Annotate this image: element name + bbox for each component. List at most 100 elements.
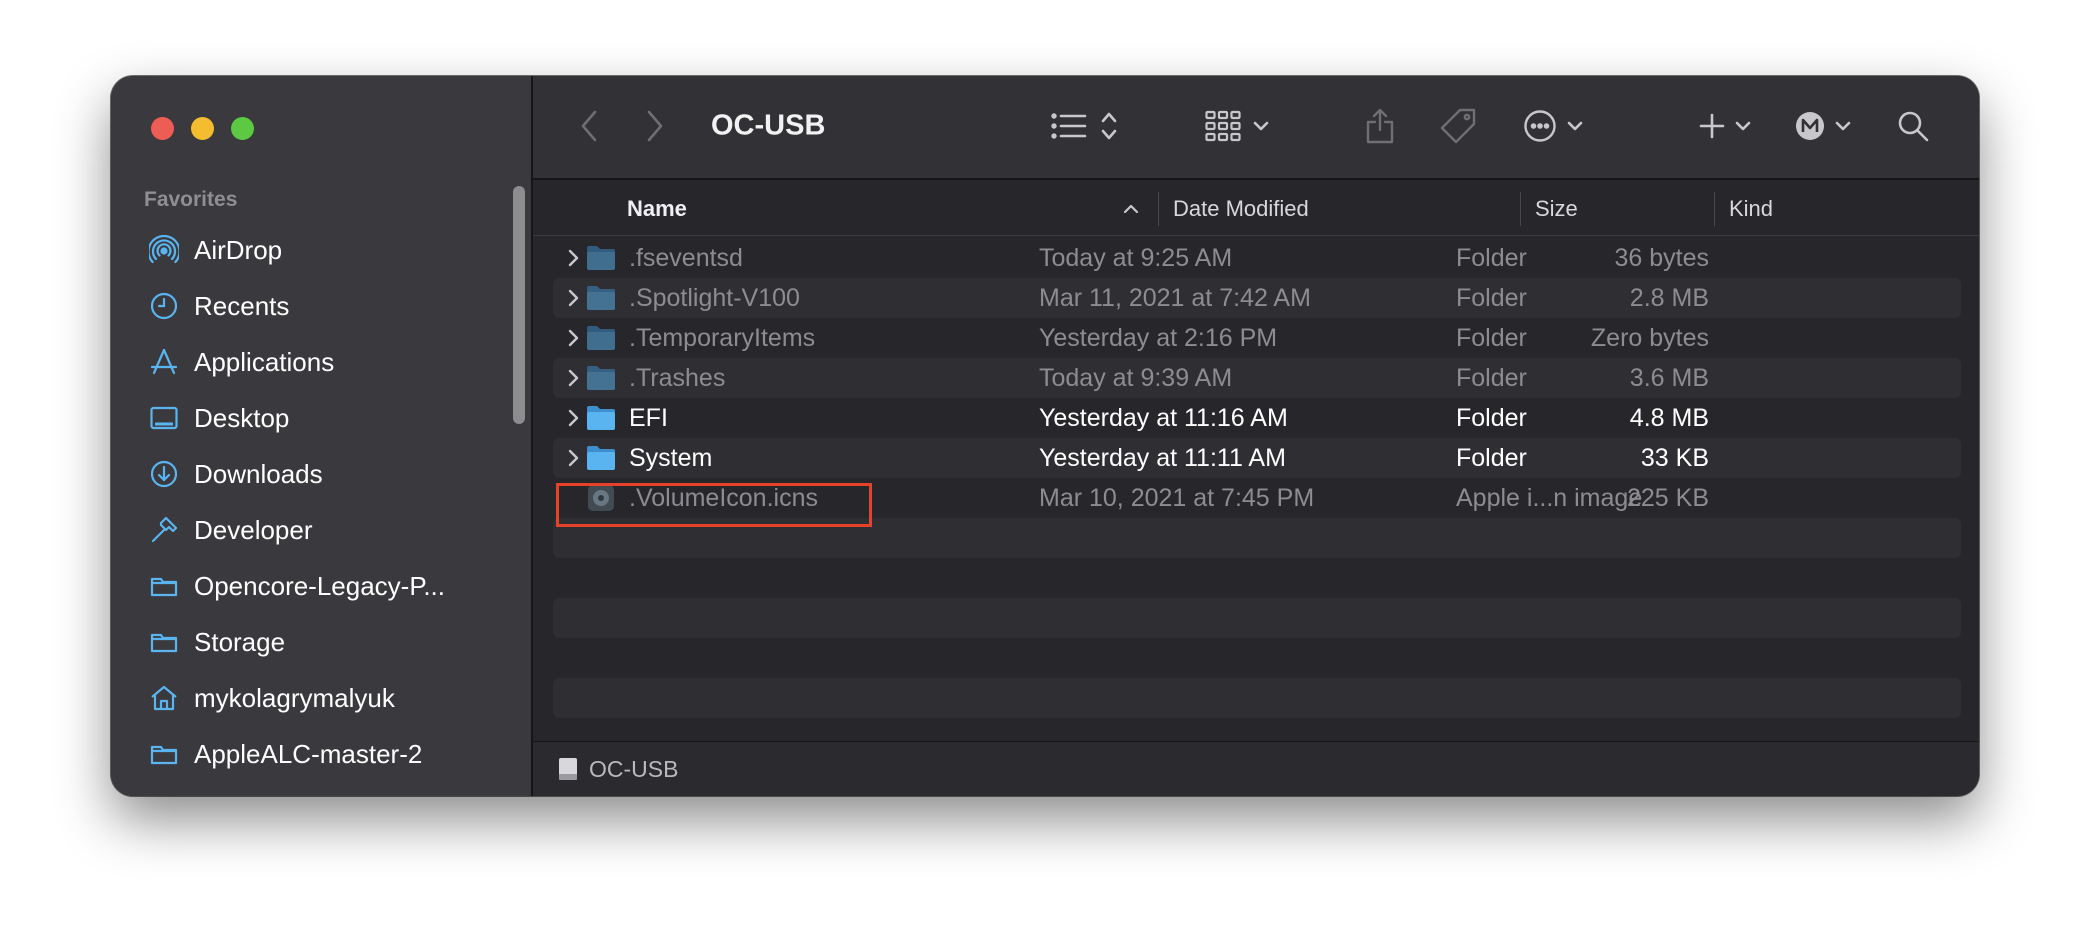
file-kind: Folder: [1456, 443, 1527, 472]
column-size-header[interactable]: Size: [1535, 182, 1578, 236]
tag-button[interactable]: [1439, 107, 1477, 145]
view-list-button[interactable]: [1051, 111, 1117, 141]
disclosure-triangle-icon[interactable]: [563, 438, 583, 478]
column-date-label: Date Modified: [1173, 196, 1309, 221]
finder-window: Favorites AirDrop Recents Applications D…: [111, 76, 1979, 796]
file-size: 4.8 MB: [1629, 403, 1709, 432]
disclosure-triangle-icon[interactable]: [563, 318, 583, 358]
zoom-window-button[interactable]: [231, 117, 254, 140]
file-row-temporaryitems[interactable]: .TemporaryItems Yesterday at 2:16 PM Zer…: [553, 318, 1961, 358]
disclosure-triangle-icon[interactable]: [563, 398, 583, 438]
empty-row: [553, 638, 1961, 678]
sidebar-item-home[interactable]: mykolagrymalyuk: [111, 670, 531, 726]
airdrop-icon: [148, 234, 180, 266]
sidebar-item-applealc[interactable]: AppleALC-master-2: [111, 726, 531, 782]
chevron-down-icon: [1567, 121, 1583, 131]
file-row-spotlight[interactable]: .Spotlight-V100 Mar 11, 2021 at 7:42 AM …: [553, 278, 1961, 318]
file-name: .Trashes: [629, 363, 726, 392]
sidebar-item-desktop[interactable]: Desktop: [111, 390, 531, 446]
sidebar-item-label: Downloads: [194, 458, 323, 489]
avatar-icon: [1796, 112, 1824, 140]
grid-icon: [1205, 110, 1241, 142]
file-size: Zero bytes: [1590, 323, 1709, 352]
column-kind-header[interactable]: Kind: [1729, 182, 1773, 236]
column-name-header[interactable]: Name: [627, 182, 687, 236]
file-row-volumeicon[interactable]: .VolumeIcon.icns Mar 10, 2021 at 7:45 PM…: [553, 478, 1961, 518]
window-title: OC-USB: [711, 109, 826, 142]
sidebar-item-label: mykolagrymalyuk: [194, 682, 395, 713]
disclosure-triangle-icon[interactable]: [563, 358, 583, 398]
share-button[interactable]: [1365, 107, 1395, 145]
file-row-system[interactable]: System Yesterday at 11:11 AM 33 KB Folde…: [553, 438, 1961, 478]
drive-icon: [559, 758, 577, 780]
empty-row: [553, 518, 1961, 558]
file-kind: Folder: [1456, 403, 1527, 432]
action-menu-button[interactable]: [1523, 109, 1583, 143]
applications-icon: [148, 346, 180, 378]
sidebar: Favorites AirDrop Recents Applications D…: [111, 76, 533, 796]
chevron-down-icon: [1735, 121, 1751, 131]
file-row-efi[interactable]: EFI Yesterday at 11:16 AM 4.8 MB Folder: [553, 398, 1961, 438]
sidebar-item-label: Developer: [194, 514, 313, 545]
share-icon: [1366, 108, 1394, 144]
file-date: Today at 9:25 AM: [1039, 243, 1233, 272]
file-size: 36 bytes: [1614, 243, 1709, 272]
empty-row: [553, 678, 1961, 718]
folder-icon: [585, 318, 617, 358]
empty-row: [553, 598, 1961, 638]
folder-icon: [585, 278, 617, 318]
column-name-label: Name: [627, 196, 687, 221]
sidebar-item-developer[interactable]: Developer: [111, 502, 531, 558]
close-window-button[interactable]: [151, 117, 174, 140]
file-row-trashes[interactable]: .Trashes Today at 9:39 AM 3.6 MB Folder: [553, 358, 1961, 398]
file-kind: Folder: [1456, 323, 1527, 352]
column-separator[interactable]: [1158, 192, 1159, 226]
sidebar-item-applications[interactable]: Applications: [111, 334, 531, 390]
column-separator[interactable]: [1520, 192, 1521, 226]
forward-button[interactable]: [645, 109, 665, 143]
group-button[interactable]: [1205, 110, 1269, 142]
file-kind: Folder: [1456, 243, 1527, 272]
sidebar-item-storage[interactable]: Storage: [111, 614, 531, 670]
disclosure-triangle-icon[interactable]: [563, 278, 583, 318]
main-content: OC-USB Name Date Modified Size Kind .fse…: [533, 76, 1979, 796]
sidebar-item-label: AppleALC-master-2: [194, 738, 423, 769]
file-row-fseventsd[interactable]: .fseventsd Today at 9:25 AM 36 bytes Fol…: [553, 238, 1961, 278]
sidebar-item-downloads[interactable]: Downloads: [111, 446, 531, 502]
folder-icon: [148, 626, 180, 658]
file-list: .fseventsd Today at 9:25 AM 36 bytes Fol…: [553, 238, 1961, 718]
sidebar-heading-favorites: Favorites: [144, 188, 238, 211]
icns-file-icon: [585, 478, 617, 518]
new-item-button[interactable]: [1699, 113, 1751, 139]
sidebar-scrollbar[interactable]: [513, 186, 525, 424]
clock-icon: [148, 290, 180, 322]
folder-icon: [148, 738, 180, 770]
path-bar: OC-USB: [533, 741, 1979, 796]
file-size: 3.6 MB: [1629, 363, 1709, 392]
empty-row: [553, 558, 1961, 598]
sidebar-item-airdrop[interactable]: AirDrop: [111, 222, 531, 278]
file-name: .TemporaryItems: [629, 323, 816, 352]
folder-icon: [148, 570, 180, 602]
folder-icon: [585, 238, 617, 278]
search-button[interactable]: [1897, 110, 1929, 142]
sidebar-item-recents[interactable]: Recents: [111, 278, 531, 334]
sidebar-item-label: Storage: [194, 626, 286, 657]
hammer-icon: [148, 514, 180, 546]
chevron-down-icon: [1835, 121, 1851, 131]
back-button[interactable]: [579, 109, 599, 143]
account-button[interactable]: [1795, 111, 1851, 141]
sidebar-item-label: Applications: [194, 346, 335, 377]
desktop-icon: [148, 402, 180, 434]
file-kind: Apple i...n image: [1456, 483, 1643, 512]
tag-icon: [1440, 108, 1476, 144]
file-date: Yesterday at 11:16 AM: [1039, 403, 1288, 432]
path-bar-item[interactable]: OC-USB: [589, 756, 678, 783]
minimize-window-button[interactable]: [191, 117, 214, 140]
column-separator[interactable]: [1714, 192, 1715, 226]
column-kind-label: Kind: [1729, 196, 1774, 221]
column-date-header[interactable]: Date Modified: [1173, 182, 1309, 236]
disclosure-triangle-icon[interactable]: [563, 238, 583, 278]
sidebar-item-opencore-legacy[interactable]: Opencore-Legacy-P...: [111, 558, 531, 614]
home-icon: [148, 682, 180, 714]
